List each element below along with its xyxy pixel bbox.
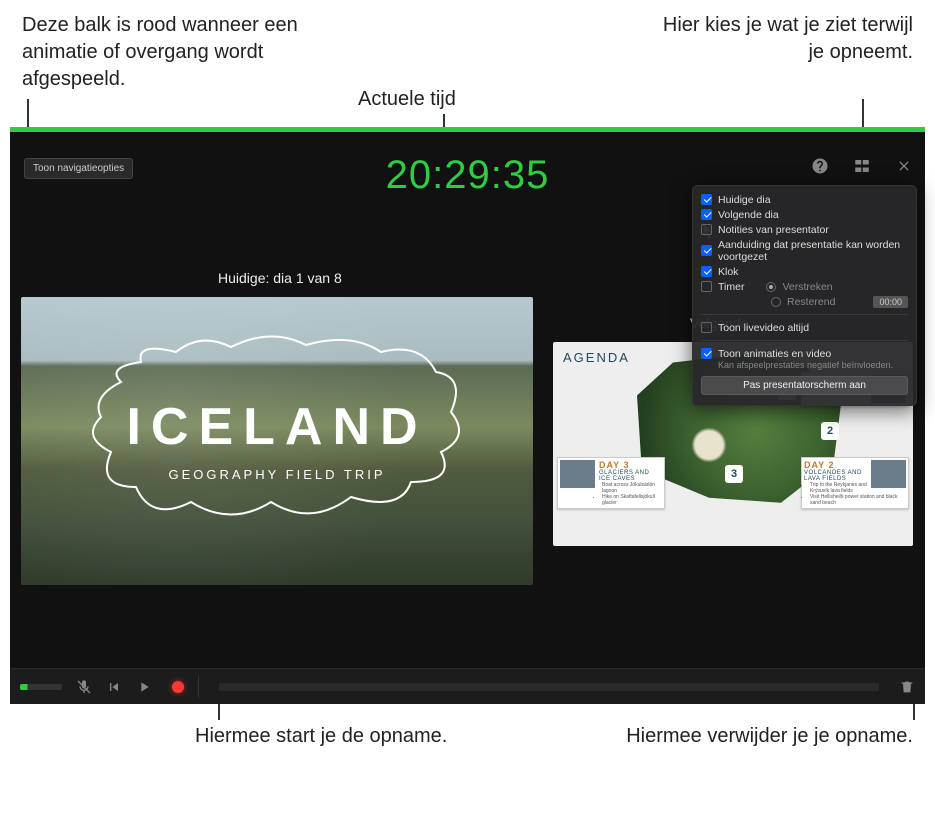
option-show-animations[interactable]: Toon animaties en video: [701, 346, 908, 361]
mute-microphone-button[interactable]: [76, 679, 92, 695]
recording-status-bar: [10, 127, 925, 132]
checkbox-icon[interactable]: [701, 194, 712, 205]
callout-recording-bar: Deze balk is rood wanneer een animatie o…: [22, 12, 342, 93]
callout-delete-recording: Hiermee verwijder je je opname.: [613, 723, 913, 750]
separator: [701, 340, 908, 341]
map-pin-3: 3: [725, 465, 743, 483]
day3-b1: Boat across Jökulsárlón lagoon: [602, 482, 662, 494]
option-hint: Kan afspeelprestaties negatief beïnvloed…: [701, 360, 908, 370]
recording-timeline[interactable]: [219, 683, 879, 691]
option-label: Huidige dia: [718, 194, 771, 206]
day2-thumb: [871, 460, 906, 488]
recording-toolbar: [10, 668, 925, 704]
record-icon: [172, 681, 184, 693]
callout-recording-options: Hier kies je wat je ziet terwijl je opne…: [653, 12, 913, 66]
option-ready-indicator[interactable]: Aanduiding dat presentatie kan worden vo…: [701, 237, 908, 264]
option-label: Aanduiding dat presentatie kan worden vo…: [718, 239, 908, 263]
customize-presenter-display-button[interactable]: Pas presentatorscherm aan: [701, 376, 908, 395]
option-live-video[interactable]: Toon livevideo altijd: [701, 320, 908, 335]
checkbox-icon[interactable]: [701, 322, 712, 333]
day3-b2: Hike on Skaftafellsjökull glacier: [602, 494, 662, 506]
checkbox-icon[interactable]: [701, 348, 712, 359]
top-right-controls: [811, 157, 913, 175]
timer-countdown-field[interactable]: 00:00: [873, 296, 908, 308]
checkbox-icon[interactable]: [701, 224, 712, 235]
slide-title: ICELAND: [21, 397, 533, 457]
agenda-heading: AGENDA: [563, 350, 630, 365]
option-label: Toon animaties en video: [718, 348, 831, 360]
help-icon[interactable]: [811, 157, 829, 175]
checkbox-icon[interactable]: [701, 266, 712, 277]
current-slide-label: Huidige: dia 1 van 8: [218, 270, 342, 286]
day3-thumb: [560, 460, 595, 488]
agenda-day-2: DAY 2 VOLCANOES AND LAVA FIELDS Trip to …: [801, 457, 909, 509]
current-slide-preview[interactable]: ICELAND GEOGRAPHY FIELD TRIP: [21, 297, 533, 585]
presenter-display-window: Toon navigatieopties 20:29:35 Huidige: d…: [10, 127, 925, 704]
close-icon[interactable]: [895, 157, 913, 175]
option-presenter-notes[interactable]: Notities van presentator: [701, 222, 908, 237]
radio-remaining[interactable]: [771, 297, 781, 307]
checkbox-icon[interactable]: [701, 209, 712, 220]
callout-line: [27, 99, 29, 128]
callout-start-recording: Hiermee start je de opname.: [195, 723, 455, 750]
option-label: Resterend: [787, 296, 835, 308]
layout-options-icon[interactable]: [853, 157, 871, 175]
day2-b2: Visit Hellisheiði power station and blac…: [810, 494, 906, 506]
option-current-slide[interactable]: Huidige dia: [701, 192, 908, 207]
map-pin-2: 2: [821, 422, 839, 440]
option-timer[interactable]: Timer Verstreken: [701, 279, 908, 294]
option-clock[interactable]: Klok: [701, 264, 908, 279]
option-label: Timer: [718, 281, 744, 293]
slide-subtitle: GEOGRAPHY FIELD TRIP: [21, 467, 533, 482]
option-timer-remaining-row[interactable]: Resterend 00:00: [701, 294, 908, 309]
checkbox-icon[interactable]: [701, 281, 712, 292]
play-button[interactable]: [136, 679, 152, 695]
previous-slide-button[interactable]: [106, 679, 122, 695]
callout-current-time: Actuele tijd: [358, 86, 456, 113]
checkbox-icon[interactable]: [701, 245, 712, 256]
option-label: Toon livevideo altijd: [718, 322, 809, 334]
option-label: Verstreken: [782, 281, 832, 293]
option-label: Volgende dia: [718, 209, 779, 221]
agenda-day-3: DAY 3 GLACIERS AND ICE CAVES Boat across…: [557, 457, 665, 509]
option-label: Notities van presentator: [718, 224, 829, 236]
microphone-level-meter: [20, 684, 62, 690]
option-next-slide[interactable]: Volgende dia: [701, 207, 908, 222]
separator: [198, 676, 199, 698]
presenter-options-panel: Huidige dia Volgende dia Notities van pr…: [692, 185, 917, 406]
record-button[interactable]: [172, 681, 184, 693]
delete-recording-button[interactable]: [899, 679, 915, 695]
radio-elapsed[interactable]: [766, 282, 776, 292]
separator: [701, 314, 908, 315]
option-label: Klok: [718, 266, 738, 278]
